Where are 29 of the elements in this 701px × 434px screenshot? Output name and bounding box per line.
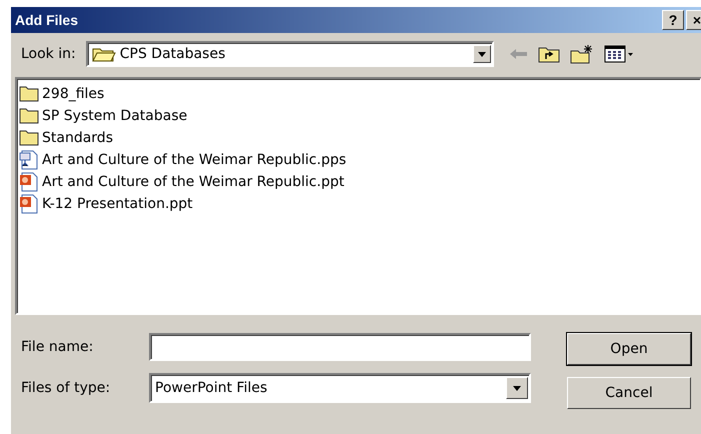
file-type-dropdown[interactable]: PowerPoint Files: [149, 373, 531, 403]
look-in-value: CPS Databases: [120, 44, 226, 64]
folder-icon: [19, 106, 39, 126]
folder-icon: [92, 46, 116, 62]
file-type-value: PowerPoint Files: [154, 378, 268, 398]
close-button[interactable]: ×: [686, 10, 701, 30]
window-title: Add Files: [15, 10, 80, 30]
view-menu-icon[interactable]: [604, 45, 634, 63]
presentation-file-icon: [19, 172, 39, 192]
file-type-label: Files of type:: [21, 378, 112, 398]
slideshow-file-icon: [19, 150, 39, 170]
cancel-button[interactable]: Cancel: [567, 377, 691, 409]
file-name-label: File name:: [21, 338, 94, 356]
up-folder-icon[interactable]: [538, 45, 560, 63]
open-button[interactable]: Open: [567, 333, 691, 365]
new-folder-icon[interactable]: [570, 44, 594, 64]
file-name-field[interactable]: [149, 333, 531, 361]
file-name[interactable]: 298_files: [42, 84, 104, 104]
presentation-file-icon: [19, 194, 39, 214]
file-name[interactable]: Standards: [42, 128, 113, 148]
file-name[interactable]: SP System Database: [42, 106, 188, 126]
look-in-dropdown[interactable]: CPS Databases: [86, 41, 494, 67]
file-name[interactable]: Art and Culture of the Weimar Republic.ppt: [42, 172, 344, 192]
file-name[interactable]: Art and Culture of the Weimar Republic.pps: [42, 150, 346, 170]
folder-icon: [19, 84, 39, 104]
help-button[interactable]: ?: [662, 10, 684, 30]
file-name[interactable]: K-12 Presentation.ppt: [42, 194, 193, 214]
look-in-label: Look in:: [21, 44, 76, 64]
folder-icon: [19, 128, 39, 148]
